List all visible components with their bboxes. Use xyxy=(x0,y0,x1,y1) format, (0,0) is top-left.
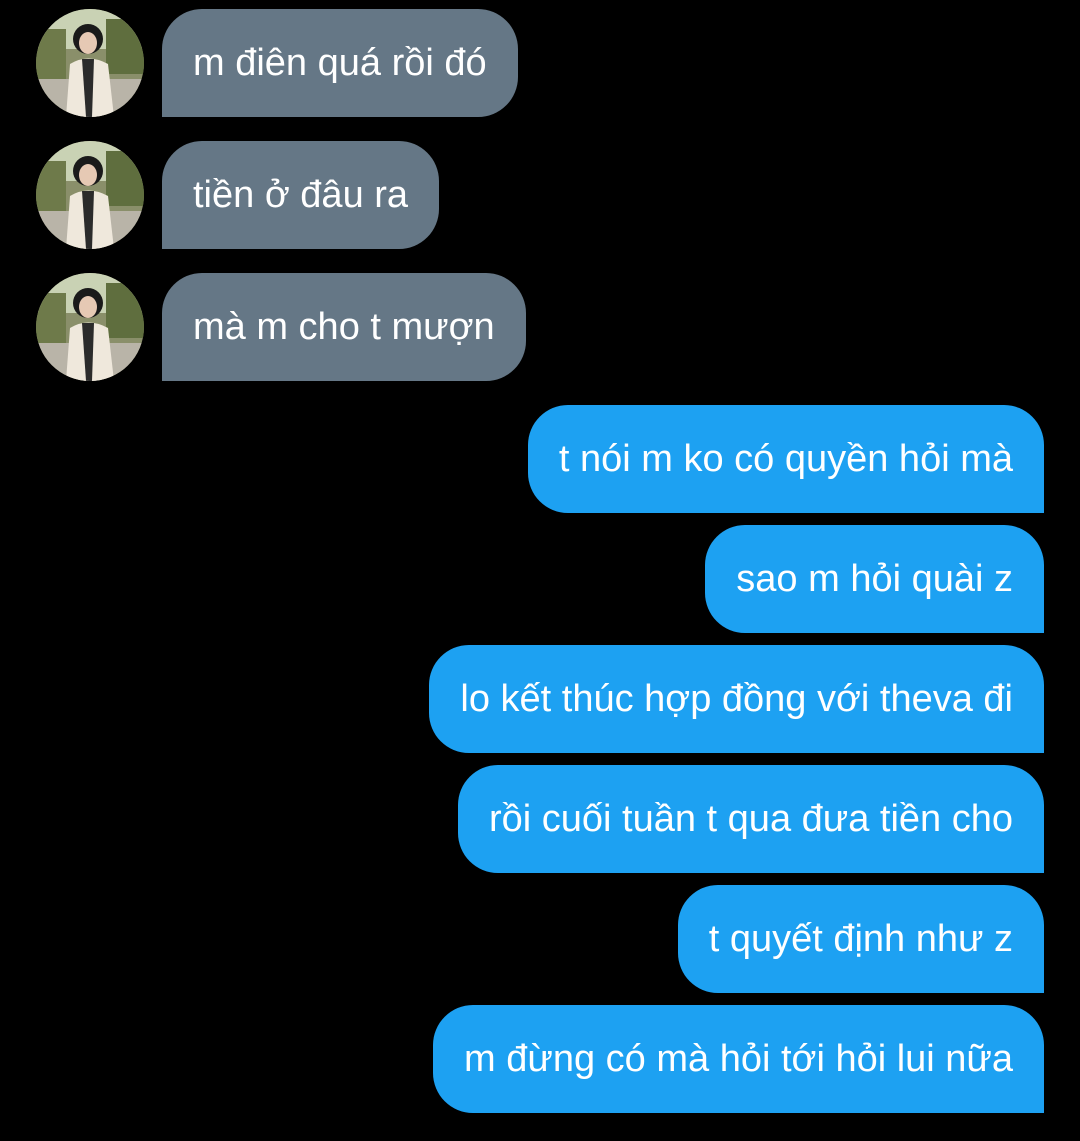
outgoing-message-row: m đừng có mà hỏi tới hỏi lui nữa xyxy=(0,1005,1080,1113)
incoming-message-bubble[interactable]: m điên quá rồi đó xyxy=(162,9,518,117)
outgoing-message-bubble[interactable]: rồi cuối tuần t qua đưa tiền cho xyxy=(457,765,1044,873)
avatar[interactable] xyxy=(36,141,144,249)
message-thread: m điên quá rồi đó tiền ở đâu ra mà m cho… xyxy=(0,0,1080,1141)
outgoing-message-bubble[interactable]: t quyết định như z xyxy=(677,885,1044,993)
incoming-message-row: tiền ở đâu ra xyxy=(0,141,1080,249)
incoming-message-row: m điên quá rồi đó xyxy=(0,9,1080,117)
outgoing-message-row: rồi cuối tuần t qua đưa tiền cho xyxy=(0,765,1080,873)
incoming-message-bubble[interactable]: tiền ở đâu ra xyxy=(162,141,440,249)
avatar[interactable] xyxy=(36,9,144,117)
outgoing-message-row: t quyết định như z xyxy=(0,885,1080,993)
outgoing-message-row: t nói m ko có quyền hỏi mà xyxy=(0,405,1080,513)
outgoing-message-bubble[interactable]: t nói m ko có quyền hỏi mà xyxy=(527,405,1044,513)
avatar[interactable] xyxy=(36,273,144,381)
profile-photo-icon xyxy=(36,273,144,381)
outgoing-message-bubble[interactable]: sao m hỏi quài z xyxy=(705,525,1044,633)
outgoing-message-bubble[interactable]: m đừng có mà hỏi tới hỏi lui nữa xyxy=(433,1005,1044,1113)
incoming-message-bubble[interactable]: mà m cho t mượn xyxy=(162,273,526,381)
outgoing-message-row: sao m hỏi quài z xyxy=(0,525,1080,633)
incoming-message-row: mà m cho t mượn xyxy=(0,273,1080,381)
outgoing-message-row: lo kết thúc hợp đồng với theva đi xyxy=(0,645,1080,753)
profile-photo-icon xyxy=(36,141,144,249)
outgoing-message-bubble[interactable]: lo kết thúc hợp đồng với theva đi xyxy=(429,645,1044,753)
profile-photo-icon xyxy=(36,9,144,117)
